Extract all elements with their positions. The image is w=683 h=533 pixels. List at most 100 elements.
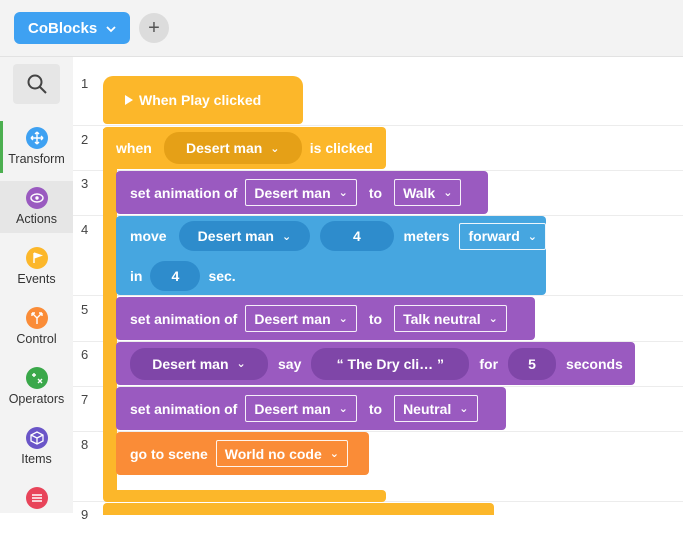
object-dropdown[interactable]: Desert man ⌄ (245, 305, 357, 332)
block-label: sec. (208, 267, 236, 284)
dropdown-value: Desert man (197, 228, 274, 244)
category-label: Transform (8, 152, 65, 166)
project-dropdown-button[interactable]: CoBlocks (14, 12, 130, 44)
animation-dropdown[interactable]: Talk neutral ⌄ (394, 305, 507, 332)
input-value: 5 (528, 355, 536, 372)
category-label: Actions (16, 212, 57, 226)
block-label: set animation of (130, 310, 238, 327)
row-divider (73, 295, 683, 296)
speech-text-input[interactable]: “ The Dry cli… ” (311, 347, 470, 380)
search-button[interactable] (13, 64, 60, 104)
block-label: when (116, 140, 152, 156)
chevron-down-icon: ⌄ (270, 142, 280, 155)
code-editor: 1 2 3 4 5 6 7 8 9 When Play clicked when… (73, 57, 683, 522)
dropdown-value: Neutral (403, 400, 452, 417)
when-object-clicked-block[interactable]: when Desert man ⌄ is clicked (103, 127, 386, 169)
chevron-down-icon: ⌄ (527, 230, 537, 243)
block-label: for (479, 355, 499, 372)
distance-input[interactable]: 4 (320, 221, 394, 251)
object-dropdown[interactable]: Desert man ⌄ (163, 132, 302, 164)
dropdown-value: Desert man (152, 355, 229, 372)
block-label: go to scene (130, 445, 208, 462)
line-number: 7 (81, 392, 89, 407)
line-number: 5 (81, 302, 89, 317)
object-dropdown[interactable]: Desert man ⌄ (245, 395, 357, 422)
chevron-down-icon: ⌄ (459, 403, 469, 415)
branch-icon (25, 307, 48, 329)
category-actions[interactable]: Actions (0, 181, 73, 233)
list-icon (25, 487, 48, 509)
flag-icon (25, 247, 48, 269)
set-animation-block[interactable]: set animation of Desert man ⌄ to Talk ne… (116, 297, 535, 340)
object-dropdown[interactable]: Desert man ⌄ (178, 221, 311, 251)
duration-input[interactable]: 4 (150, 260, 201, 291)
chevron-down-icon: ⌄ (338, 403, 348, 415)
line-number: 4 (81, 222, 89, 237)
move-block[interactable]: move Desert man ⌄ 4 meters forward ⌄ in … (116, 216, 546, 295)
category-label: Items (21, 452, 52, 466)
category-transform[interactable]: Transform (0, 121, 73, 173)
plus-icon: + (148, 16, 160, 39)
dropdown-value: Desert man (254, 400, 331, 417)
block-label: to (368, 400, 383, 417)
chevron-down-icon: ⌄ (329, 448, 339, 460)
chevron-down-icon: ⌄ (236, 358, 246, 370)
dropdown-value: World no code (224, 445, 322, 462)
chevron-down-icon: ⌄ (488, 313, 498, 325)
animation-dropdown[interactable]: Neutral ⌄ (394, 395, 478, 422)
category-control[interactable]: Control (0, 301, 73, 353)
category-variables[interactable] (0, 481, 73, 533)
next-event-block[interactable] (103, 503, 494, 515)
block-label: to (368, 310, 383, 327)
line-number: 3 (81, 176, 89, 191)
set-animation-block[interactable]: set animation of Desert man ⌄ to Walk ⌄ (116, 171, 488, 214)
row-divider (73, 125, 683, 126)
chevron-down-icon (106, 21, 116, 38)
object-dropdown[interactable]: Desert man ⌄ (245, 179, 357, 206)
top-toolbar: CoBlocks + (0, 0, 683, 57)
dropdown-value: forward (468, 228, 520, 244)
object-dropdown[interactable]: Desert man ⌄ (130, 347, 268, 380)
input-value: “ The Dry cli… ” (336, 355, 445, 372)
cube-icon (25, 427, 48, 449)
move-block-row-1: move Desert man ⌄ 4 meters forward ⌄ (116, 216, 546, 256)
event-container-arm (103, 129, 117, 497)
block-label: set animation of (130, 400, 238, 417)
dropdown-value: Desert man (186, 140, 263, 156)
math-operators-icon (25, 367, 48, 389)
block-label: to (368, 184, 383, 201)
block-label: move (130, 228, 167, 244)
project-label: CoBlocks (28, 19, 98, 37)
block-label: seconds (566, 355, 623, 372)
block-label: When Play clicked (139, 92, 262, 108)
add-project-button[interactable]: + (139, 13, 169, 43)
input-value: 4 (171, 267, 180, 284)
category-label: Control (16, 332, 57, 346)
input-value: 4 (352, 228, 361, 244)
block-label: in (130, 267, 143, 284)
category-operators[interactable]: Operators (0, 361, 73, 413)
play-icon (125, 95, 133, 105)
when-play-clicked-block[interactable]: When Play clicked (103, 76, 303, 124)
scene-dropdown[interactable]: World no code ⌄ (215, 440, 348, 467)
chevron-down-icon: ⌄ (443, 187, 453, 199)
animation-dropdown[interactable]: Walk ⌄ (394, 179, 462, 206)
category-items[interactable]: Items (0, 421, 73, 473)
dropdown-value: Desert man (254, 310, 331, 327)
category-label: Operators (8, 392, 65, 406)
duration-input[interactable]: 5 (508, 347, 557, 380)
go-to-scene-block[interactable]: go to scene World no code ⌄ (116, 432, 369, 475)
move-arrows-icon (25, 127, 48, 149)
dropdown-value: Walk (403, 184, 436, 201)
category-events[interactable]: Events (0, 241, 73, 293)
chevron-down-icon: ⌄ (338, 187, 348, 199)
line-number: 8 (81, 437, 89, 452)
chevron-down-icon: ⌄ (281, 230, 292, 243)
category-label: Events (17, 272, 56, 286)
say-block[interactable]: Desert man ⌄ say “ The Dry cli… ” for 5 … (116, 342, 635, 385)
direction-dropdown[interactable]: forward ⌄ (459, 222, 546, 250)
block-label: say (278, 355, 302, 372)
line-number: 6 (81, 347, 89, 362)
dropdown-value: Desert man (254, 184, 331, 201)
set-animation-block[interactable]: set animation of Desert man ⌄ to Neutral… (116, 387, 506, 430)
